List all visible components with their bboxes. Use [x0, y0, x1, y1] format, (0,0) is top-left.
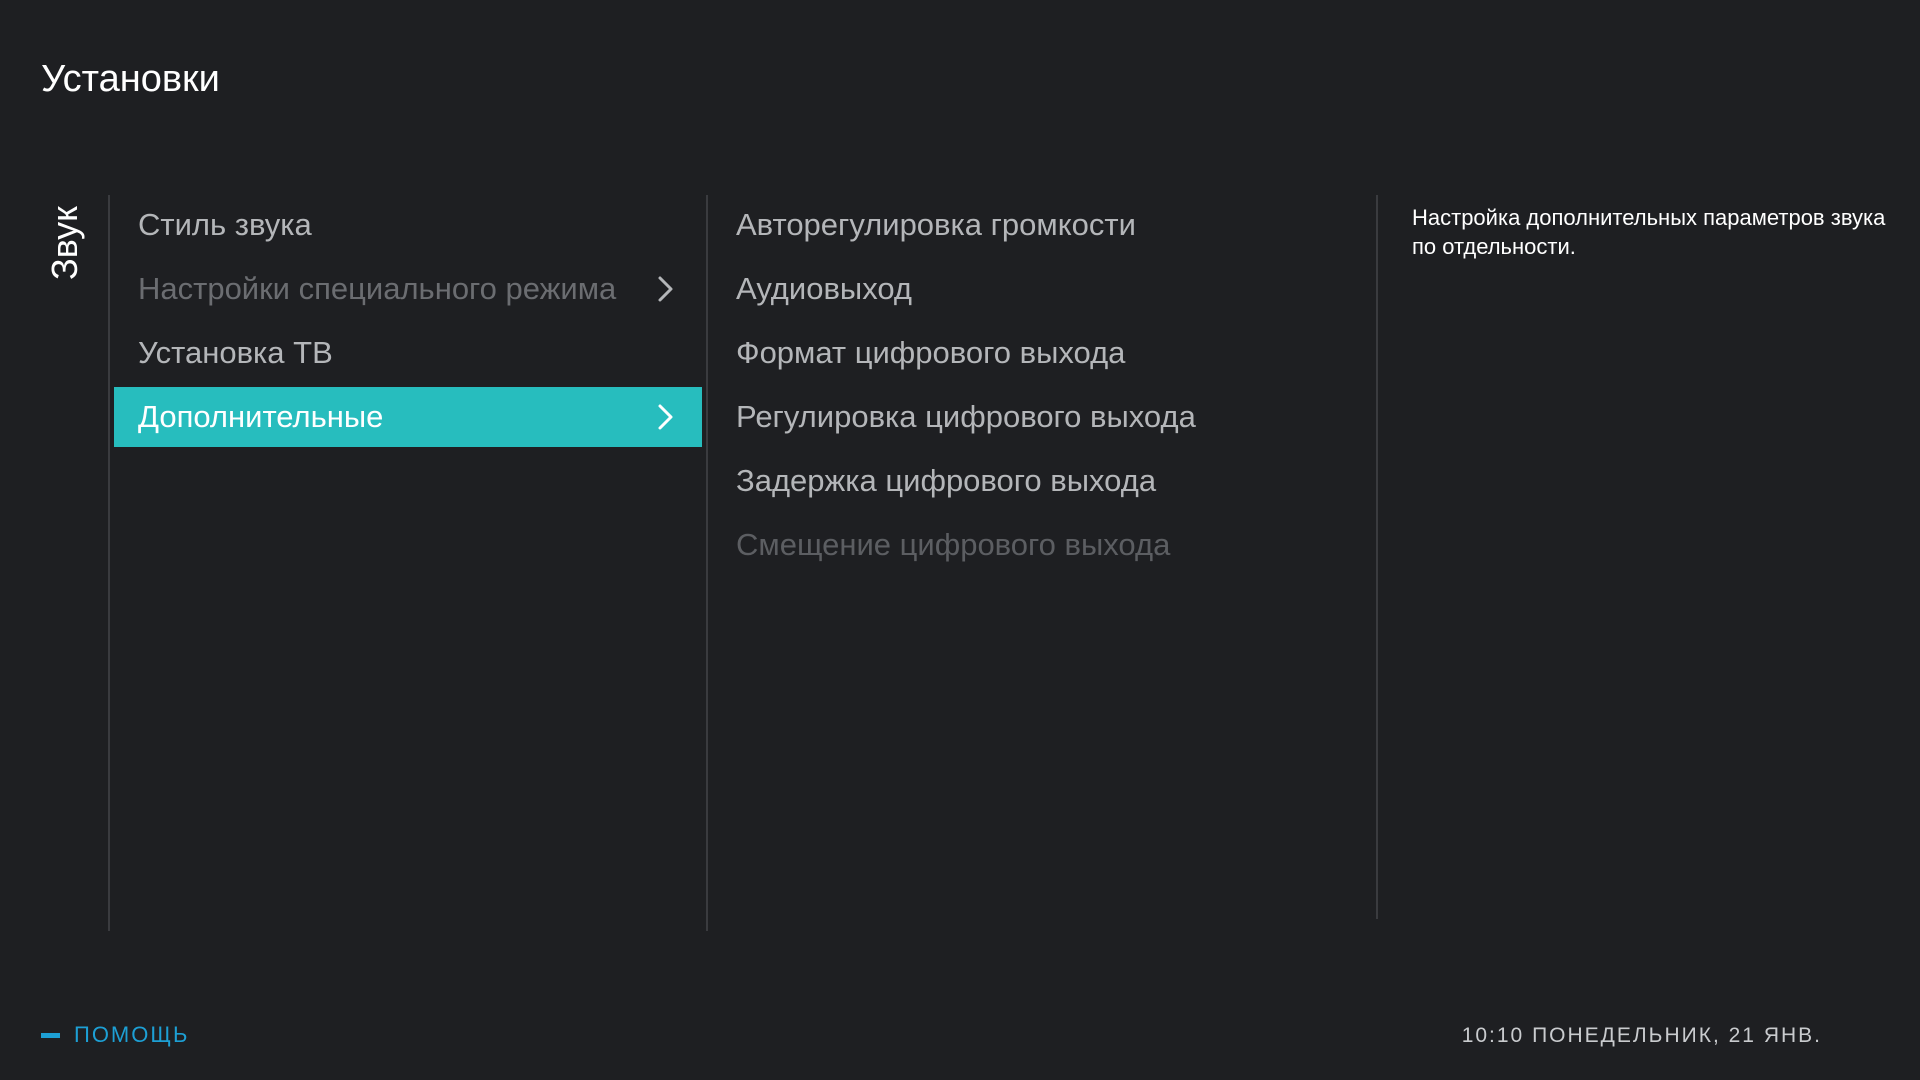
menu-item-label: Настройки специального режима: [138, 271, 617, 306]
submenu-item-audio-out[interactable]: Аудиовыход: [712, 259, 1362, 319]
submenu-item-digital-out-offset[interactable]: Смещение цифрового выхода: [712, 515, 1362, 575]
chevron-right-icon: [652, 272, 678, 306]
section-label-text: Звук: [44, 206, 85, 280]
help-description: Настройка дополнительных параметров звук…: [1412, 205, 1886, 259]
submenu-item-digital-out-format[interactable]: Формат цифрового выхода: [712, 323, 1362, 383]
divider-right: [1376, 195, 1378, 919]
settings-screen: Установки Звук Стиль звука Настройки спе…: [0, 0, 1920, 1080]
section-label: Звук: [36, 206, 92, 340]
clock-date: 10:10 ПОНЕДЕЛЬНИК, 21 ЯНВ.: [1461, 1024, 1822, 1047]
advanced-submenu: Авторегулировка громкости Аудиовыход Фор…: [712, 195, 1362, 579]
help-label: ПОМОЩЬ: [74, 1022, 190, 1047]
menu-item-sound-style[interactable]: Стиль звука: [114, 195, 702, 255]
minus-key-icon: [41, 1032, 60, 1038]
help-button[interactable]: ПОМОЩЬ: [41, 1022, 189, 1048]
submenu-item-digital-out-delay[interactable]: Задержка цифрового выхода: [712, 451, 1362, 511]
menu-item-tv-setup[interactable]: Установка ТВ: [114, 323, 702, 383]
submenu-item-digital-out-leveling[interactable]: Регулировка цифрового выхода: [712, 387, 1362, 447]
divider-left: [108, 195, 110, 931]
menu-item-label: Дополнительные: [138, 399, 384, 434]
page-title: Установки: [41, 58, 220, 100]
menu-item-label: Установка ТВ: [138, 335, 333, 370]
menu-item-special-mode-settings[interactable]: Настройки специального режима: [114, 259, 702, 319]
submenu-item-auto-volume[interactable]: Авторегулировка громкости: [712, 195, 1362, 255]
chevron-right-icon: [652, 400, 678, 434]
settings-menu: Стиль звука Настройки специального режим…: [114, 195, 702, 451]
menu-item-label: Стиль звука: [138, 207, 312, 242]
divider-middle: [706, 195, 708, 931]
menu-item-advanced[interactable]: Дополнительные: [114, 387, 702, 447]
